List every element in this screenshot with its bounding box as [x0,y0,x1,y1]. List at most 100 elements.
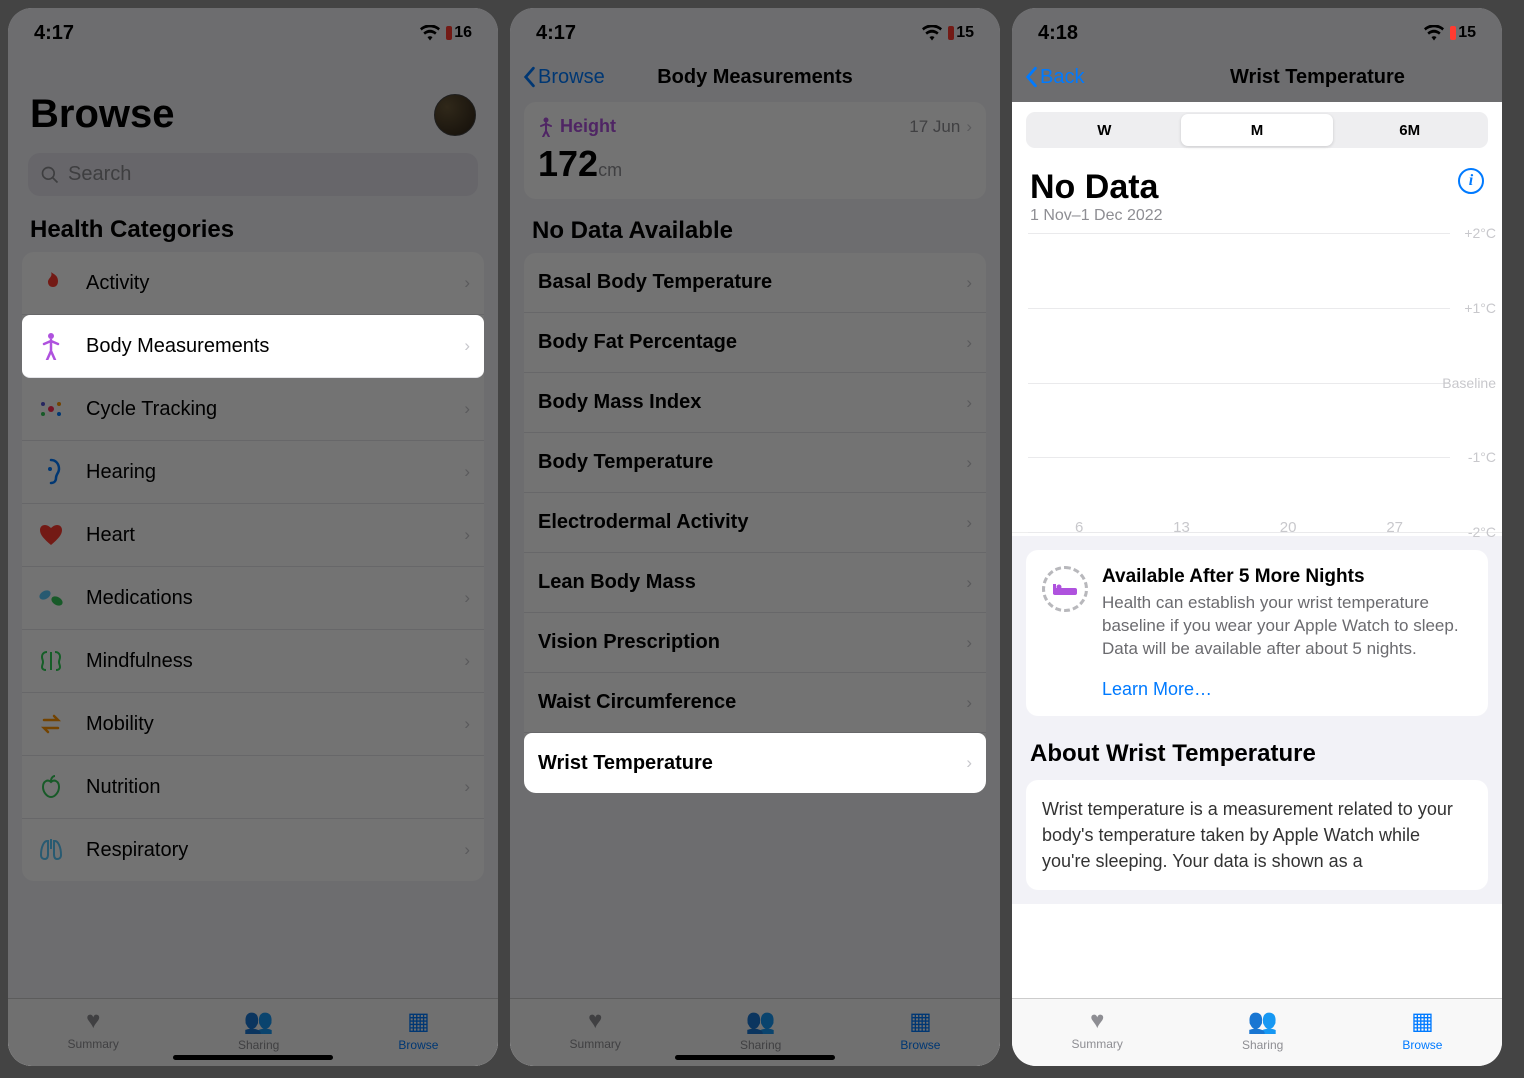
category-label: Respiratory [86,839,464,862]
height-value: 172 [538,143,598,184]
chevron-right-icon: › [966,693,972,713]
chevron-right-icon: › [966,273,972,293]
screen-body-measurements: 4:17 15 Browse Body Measurements Height [510,8,1000,1066]
category-label: Heart [86,524,464,547]
item-wrist-temperature[interactable]: Wrist Temperature › [524,733,986,793]
chevron-right-icon: › [464,462,470,482]
category-mobility[interactable]: Mobility › [22,693,484,756]
tab-bar: ♥Summary 👥Sharing ▦Browse [1012,998,1502,1066]
item-body-mass-index[interactable]: Body Mass Index › [524,373,986,433]
item-vision-prescription[interactable]: Vision Prescription › [524,613,986,673]
category-medications[interactable]: Medications › [22,567,484,630]
battery-pill-icon [446,26,452,40]
height-card[interactable]: Height 17 Jun › 172cm [524,102,986,199]
heart-icon [36,520,66,550]
page-title-row: Browse [8,52,498,149]
no-data-header: No Data Available [510,217,1000,253]
battery-level: 15 [1458,24,1476,42]
tab-browse[interactable]: ▦Browse [900,1007,940,1060]
item-lean-body-mass[interactable]: Lean Body Mass › [524,553,986,613]
info-card-title: Available After 5 More Nights [1102,566,1472,588]
home-indicator[interactable] [173,1055,333,1060]
category-nutrition[interactable]: Nutrition › [22,756,484,819]
segment-control: WM6M [1026,112,1488,148]
item-electrodermal-activity[interactable]: Electrodermal Activity › [524,493,986,553]
battery-indicator: 15 [948,24,974,42]
search-icon [40,165,60,185]
avatar[interactable] [434,94,476,136]
chart-area: +2°C+1°CBaseline-1°C-2°C [1012,233,1502,533]
tab-sharing[interactable]: 👥Sharing [1242,1007,1283,1060]
category-cycle-tracking[interactable]: Cycle Tracking › [22,378,484,441]
back-button[interactable]: Browse [522,66,605,89]
back-button[interactable]: Back [1024,66,1084,89]
tab-browse[interactable]: ▦Browse [1402,1007,1442,1060]
category-heart[interactable]: Heart › [22,504,484,567]
home-indicator[interactable] [675,1055,835,1060]
segment-m[interactable]: M [1181,114,1334,146]
item-label: Vision Prescription [538,631,966,654]
category-activity[interactable]: Activity › [22,252,484,315]
item-body-temperature[interactable]: Body Temperature › [524,433,986,493]
heart-icon: ♥ [86,1007,100,1035]
item-basal-body-temperature[interactable]: Basal Body Temperature › [524,253,986,313]
chevron-right-icon: › [464,399,470,419]
heart-icon: ♥ [1090,1007,1104,1035]
tab-sharing[interactable]: 👥Sharing [238,1007,279,1060]
screen-browse: 4:17 16 Browse Search Health Categories … [8,8,498,1066]
cycle-icon [36,394,66,424]
chevron-right-icon: › [464,777,470,797]
chevron-right-icon: › [464,588,470,608]
nav-title: Body Measurements [657,66,853,89]
item-label: Waist Circumference [538,691,966,714]
status-time: 4:18 [1038,22,1078,45]
chevron-right-icon: › [966,117,972,137]
brain-icon [36,646,66,676]
category-label: Cycle Tracking [86,398,464,421]
height-date: 17 Jun [909,117,960,137]
category-hearing[interactable]: Hearing › [22,441,484,504]
search-input[interactable]: Search [28,153,478,196]
segment-6m[interactable]: 6M [1333,114,1486,146]
battery-indicator: 16 [446,24,472,42]
arrows-icon [36,709,66,739]
chevron-left-icon [1024,66,1038,88]
tab-sharing[interactable]: 👥Sharing [740,1007,781,1060]
height-label: Height [560,116,616,137]
item-label: Body Temperature [538,451,966,474]
item-label: Body Mass Index [538,391,966,414]
category-label: Activity [86,272,464,295]
learn-more-link[interactable]: Learn More… [1102,679,1472,700]
chevron-right-icon: › [464,714,470,734]
item-body-fat-percentage[interactable]: Body Fat Percentage › [524,313,986,373]
info-button[interactable]: i [1458,168,1484,194]
category-body-measurements[interactable]: Body Measurements › [22,315,484,378]
category-label: Mindfulness [86,650,464,673]
lungs-icon [36,835,66,865]
height-unit: cm [598,160,622,180]
about-title: About Wrist Temperature [1026,716,1488,780]
tab-summary[interactable]: ♥Summary [68,1007,119,1060]
categories-list: Activity › Body Measurements › Cycle Tra… [22,252,484,881]
tab-summary[interactable]: ♥Summary [570,1007,621,1060]
chevron-right-icon: › [966,333,972,353]
about-card: Wrist temperature is a measurement relat… [1026,780,1488,890]
status-bar: 4:17 16 [8,8,498,52]
apple-icon [36,772,66,802]
status-time: 4:17 [536,22,576,45]
battery-pill-icon [948,26,954,40]
item-label: Electrodermal Activity [538,511,966,534]
pills-icon [36,583,66,613]
chevron-right-icon: › [966,753,972,773]
screen-wrist-temperature: 4:18 15 Back Wrist Temperature WM6M No D… [1012,8,1502,1066]
heart-icon: ♥ [588,1007,602,1035]
category-mindfulness[interactable]: Mindfulness › [22,630,484,693]
tab-summary[interactable]: ♥Summary [1072,1007,1123,1060]
bed-icon [1042,566,1088,612]
grid-icon: ▦ [1411,1007,1434,1036]
segment-w[interactable]: W [1028,114,1181,146]
chevron-right-icon: › [966,513,972,533]
tab-browse[interactable]: ▦Browse [398,1007,438,1060]
category-respiratory[interactable]: Respiratory › [22,819,484,881]
item-waist-circumference[interactable]: Waist Circumference › [524,673,986,733]
